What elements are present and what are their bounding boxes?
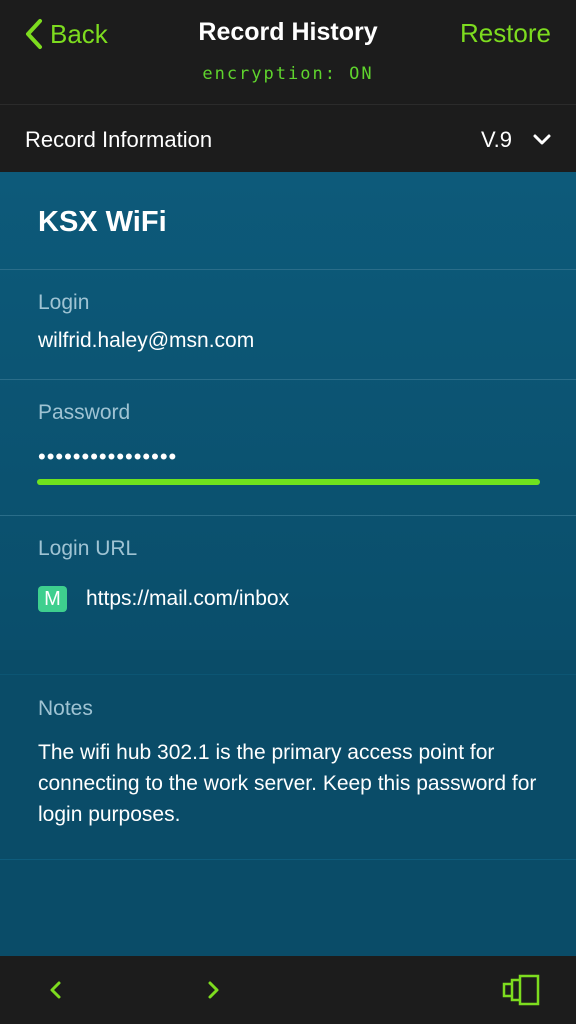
record-info-label: Record Information [25, 127, 213, 152]
divider [0, 379, 576, 380]
navigation-bar: Back Record History encryption: ON Resto… [0, 0, 576, 104]
password-value[interactable]: •••••••••••••••• [38, 444, 177, 470]
login-url-value[interactable]: https://mail.com/inbox [86, 587, 289, 611]
login-label: Login [38, 291, 90, 314]
pages-icon[interactable] [500, 974, 542, 1006]
record-name: KSX WiFi [38, 206, 167, 238]
notes-label: Notes [38, 697, 93, 720]
notes-body: The wifi hub 302.1 is the primary access… [38, 741, 537, 826]
restore-button[interactable]: Restore [460, 18, 551, 49]
login-value[interactable]: wilfrid.haley@msn.com [38, 329, 254, 353]
chevron-right-icon[interactable] [205, 976, 223, 1004]
password-strength-fill [37, 479, 540, 485]
version-selector[interactable]: V.9 [481, 127, 512, 153]
chevron-left-icon[interactable] [46, 976, 64, 1004]
notes-section: Notes The wifi hub 302.1 is the primary … [0, 674, 576, 860]
login-url-label: Login URL [38, 537, 138, 560]
encryption-status: encryption: ON [202, 64, 374, 84]
divider [0, 515, 576, 516]
record-card: KSX WiFi Login wilfrid.haley@msn.com Pas… [0, 172, 576, 650]
divider [0, 269, 576, 270]
password-strength-bar [37, 479, 540, 485]
site-favicon-icon: M [38, 586, 67, 612]
bottom-toolbar [0, 956, 576, 1024]
chevron-down-icon[interactable] [532, 133, 552, 147]
password-label: Password [38, 401, 131, 424]
record-info-bar[interactable]: Record Information V.9 [0, 104, 576, 173]
login-url-row[interactable]: M https://mail.com/inbox [38, 586, 289, 612]
